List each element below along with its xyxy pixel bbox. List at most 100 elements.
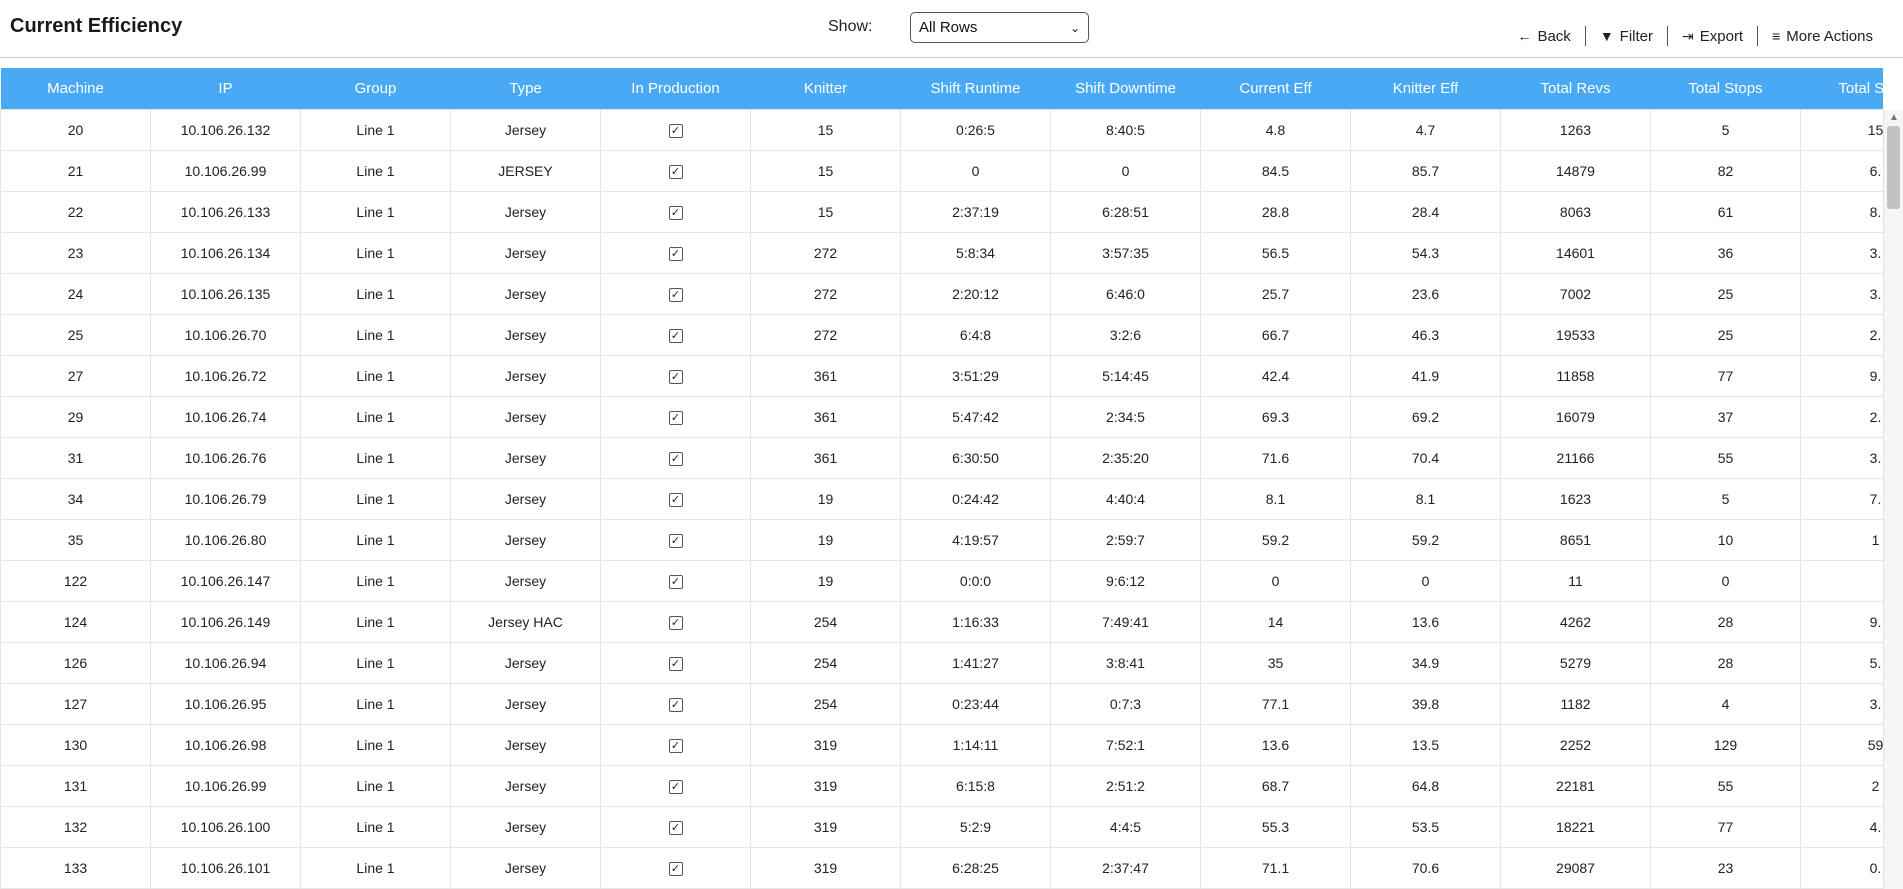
table-cell: 8.1 (1200, 478, 1351, 520)
in-production-checkbox[interactable]: ✓ (668, 165, 683, 180)
table-row[interactable]: 130 10.106.26.98 Line 1 Jersey ✓ 319 1:14:11 7:… (0, 724, 1883, 766)
table-cell: Jersey (450, 806, 601, 848)
table-row[interactable]: 22 10.106.26.133 Line 1 Jersey ✓ 15 2:37:19 6:2… (0, 191, 1883, 233)
table-cell: 2:59:7 (1050, 519, 1201, 561)
table-cell: 7. (1800, 478, 1883, 520)
filter-button[interactable]: ▼ Filter (1586, 28, 1667, 45)
table-cell: 34.9 (1350, 642, 1501, 684)
toolbar-actions: ← Back ▼ Filter ⇥ Export ≡ More Actions (1503, 26, 1887, 46)
column-header-total-stops[interactable]: Total Stops (1800, 68, 1883, 110)
table-row[interactable]: 20 10.106.26.132 Line 1 Jersey ✓ 15 0:26:5 8:40… (0, 109, 1883, 151)
in-production-checkbox[interactable]: ✓ (668, 493, 683, 508)
scroll-up-icon[interactable]: ▲ (1889, 112, 1899, 123)
table-cell: Line 1 (300, 847, 451, 889)
table-cell: ✓ (600, 642, 751, 684)
in-production-checkbox[interactable]: ✓ (668, 452, 683, 467)
table-cell: 2:37:47 (1050, 847, 1201, 889)
in-production-checkbox[interactable]: ✓ (668, 247, 683, 262)
column-header-shift-runtime[interactable]: Shift Runtime (900, 68, 1051, 110)
page-title: Current Efficiency (10, 15, 183, 37)
show-rows-select[interactable]: All Rows ⌄ (910, 12, 1089, 43)
table-cell: 7002 (1500, 273, 1651, 315)
in-production-checkbox[interactable]: ✓ (668, 862, 683, 877)
table-cell: 59 (1800, 724, 1883, 766)
table-row[interactable]: 127 10.106.26.95 Line 1 Jersey ✓ 254 0:23:44 0:… (0, 683, 1883, 725)
in-production-checkbox[interactable]: ✓ (668, 534, 683, 549)
column-header-knitter[interactable]: Knitter (750, 68, 901, 110)
table-cell: 59.2 (1350, 519, 1501, 561)
vertical-scrollbar[interactable]: ▲ (1883, 110, 1903, 889)
in-production-checkbox[interactable]: ✓ (668, 698, 683, 713)
table-cell: 9. (1800, 355, 1883, 397)
table-cell: 4:40:4 (1050, 478, 1201, 520)
back-button[interactable]: ← Back (1503, 28, 1584, 45)
table-cell: 10.106.26.147 (150, 560, 301, 602)
column-header-group[interactable]: Group (300, 68, 451, 110)
table-cell: 36 (1650, 232, 1801, 274)
table-cell: ✓ (600, 273, 751, 315)
table-cell: 272 (750, 232, 901, 274)
table-cell: 9:6:12 (1050, 560, 1201, 602)
table-row[interactable]: 23 10.106.26.134 Line 1 Jersey ✓ 272 5:8:34 3:5… (0, 232, 1883, 274)
table-cell: 1182 (1500, 683, 1651, 725)
in-production-checkbox[interactable]: ✓ (668, 370, 683, 385)
table-row[interactable]: 122 10.106.26.147 Line 1 Jersey ✓ 19 0:0:0 9:6:… (0, 560, 1883, 602)
column-header-total-stops[interactable]: Total Stops (1650, 68, 1801, 110)
table-cell: 6. (1800, 150, 1883, 192)
table-cell: 10.106.26.74 (150, 396, 301, 438)
table-row[interactable]: 24 10.106.26.135 Line 1 Jersey ✓ 272 2:20:12 6:… (0, 273, 1883, 315)
table-cell: 10.106.26.80 (150, 519, 301, 561)
table-cell: 14879 (1500, 150, 1651, 192)
table-cell: 133 (0, 847, 151, 889)
more-actions-button[interactable]: ≡ More Actions (1758, 28, 1887, 45)
in-production-checkbox[interactable]: ✓ (668, 657, 683, 672)
column-header-machine[interactable]: Machine (0, 68, 151, 110)
table-cell: 6:28:25 (900, 847, 1051, 889)
table-cell: 319 (750, 765, 901, 807)
table-row[interactable]: 34 10.106.26.79 Line 1 Jersey ✓ 19 0:24:42 4:40… (0, 478, 1883, 520)
table-cell: 4262 (1500, 601, 1651, 643)
in-production-checkbox[interactable]: ✓ (668, 288, 683, 303)
table-cell: Jersey (450, 519, 601, 561)
table-row[interactable]: 27 10.106.26.72 Line 1 Jersey ✓ 361 3:51:29 5:1… (0, 355, 1883, 397)
in-production-checkbox[interactable]: ✓ (668, 780, 683, 795)
column-header-ip[interactable]: IP (150, 68, 301, 110)
in-production-checkbox[interactable]: ✓ (668, 575, 683, 590)
in-production-checkbox[interactable]: ✓ (668, 739, 683, 754)
table-row[interactable]: 31 10.106.26.76 Line 1 Jersey ✓ 361 6:30:50 2:3… (0, 437, 1883, 479)
in-production-checkbox[interactable]: ✓ (668, 411, 683, 426)
table-row[interactable]: 132 10.106.26.100 Line 1 Jersey ✓ 319 5:2:9 4:4… (0, 806, 1883, 848)
in-production-checkbox[interactable]: ✓ (668, 821, 683, 836)
table-cell: 25 (1650, 273, 1801, 315)
top-bar: Current Efficiency Show: All Rows ⌄ ← Bac… (0, 0, 1903, 58)
table-row[interactable]: 25 10.106.26.70 Line 1 Jersey ✓ 272 6:4:8 3:2:6… (0, 314, 1883, 356)
table-cell: 131 (0, 765, 151, 807)
table-row[interactable]: 124 10.106.26.149 Line 1 Jersey HAC ✓ 254 1:16… (0, 601, 1883, 643)
table-cell: 10.106.26.149 (150, 601, 301, 643)
in-production-checkbox[interactable]: ✓ (668, 329, 683, 344)
column-header-type[interactable]: Type (450, 68, 601, 110)
in-production-checkbox[interactable]: ✓ (668, 616, 683, 631)
table-row[interactable]: 21 10.106.26.99 Line 1 JERSEY ✓ 15 0 0 84.5 85.7 1… (0, 150, 1883, 192)
table-cell: 2:51:2 (1050, 765, 1201, 807)
in-production-checkbox[interactable]: ✓ (668, 124, 683, 139)
table-cell: 11858 (1500, 355, 1651, 397)
table-row[interactable]: 29 10.106.26.74 Line 1 Jersey ✓ 361 5:47:42 2:3… (0, 396, 1883, 438)
table-row[interactable]: 131 10.106.26.99 Line 1 Jersey ✓ 319 6:15:8 2:5… (0, 765, 1883, 807)
column-header-shift-downtime[interactable]: Shift Downtime (1050, 68, 1201, 110)
column-header-current-eff[interactable]: Current Eff (1200, 68, 1351, 110)
column-header-knitter-eff[interactable]: Knitter Eff (1350, 68, 1501, 110)
table-cell: 28.8 (1200, 191, 1351, 233)
table-row[interactable]: 126 10.106.26.94 Line 1 Jersey ✓ 254 1:41:27 3:… (0, 642, 1883, 684)
scrollbar-thumb[interactable] (1887, 126, 1900, 209)
table-cell: 71.6 (1200, 437, 1351, 479)
export-button[interactable]: ⇥ Export (1668, 28, 1757, 45)
table-row[interactable]: 35 10.106.26.80 Line 1 Jersey ✓ 19 4:19:57 2:59… (0, 519, 1883, 561)
table-cell: 2252 (1500, 724, 1651, 766)
in-production-checkbox[interactable]: ✓ (668, 206, 683, 221)
table-row[interactable]: 133 10.106.26.101 Line 1 Jersey ✓ 319 6:28:25 2… (0, 847, 1883, 889)
column-header-in-production[interactable]: In Production (600, 68, 751, 110)
column-header-total-revs[interactable]: Total Revs (1500, 68, 1651, 110)
table-cell: 46.3 (1350, 314, 1501, 356)
table-cell: 4. (1800, 806, 1883, 848)
